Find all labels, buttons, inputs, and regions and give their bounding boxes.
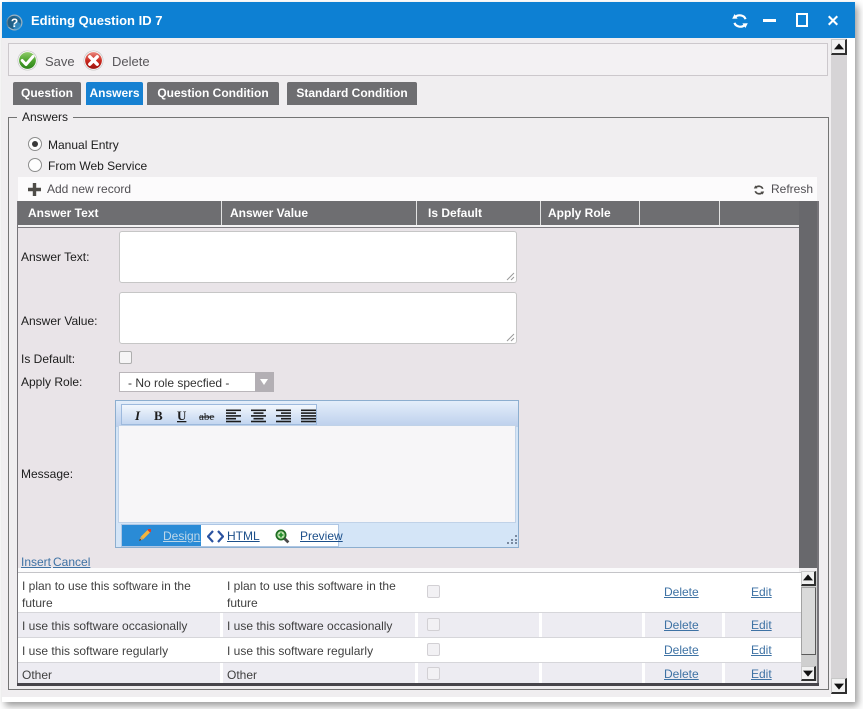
svg-text:?: ? bbox=[11, 16, 18, 30]
svg-text:abe: abe bbox=[199, 411, 214, 423]
svg-text:U: U bbox=[177, 408, 187, 423]
svg-text:I: I bbox=[134, 408, 141, 423]
svg-text:B: B bbox=[154, 408, 163, 423]
